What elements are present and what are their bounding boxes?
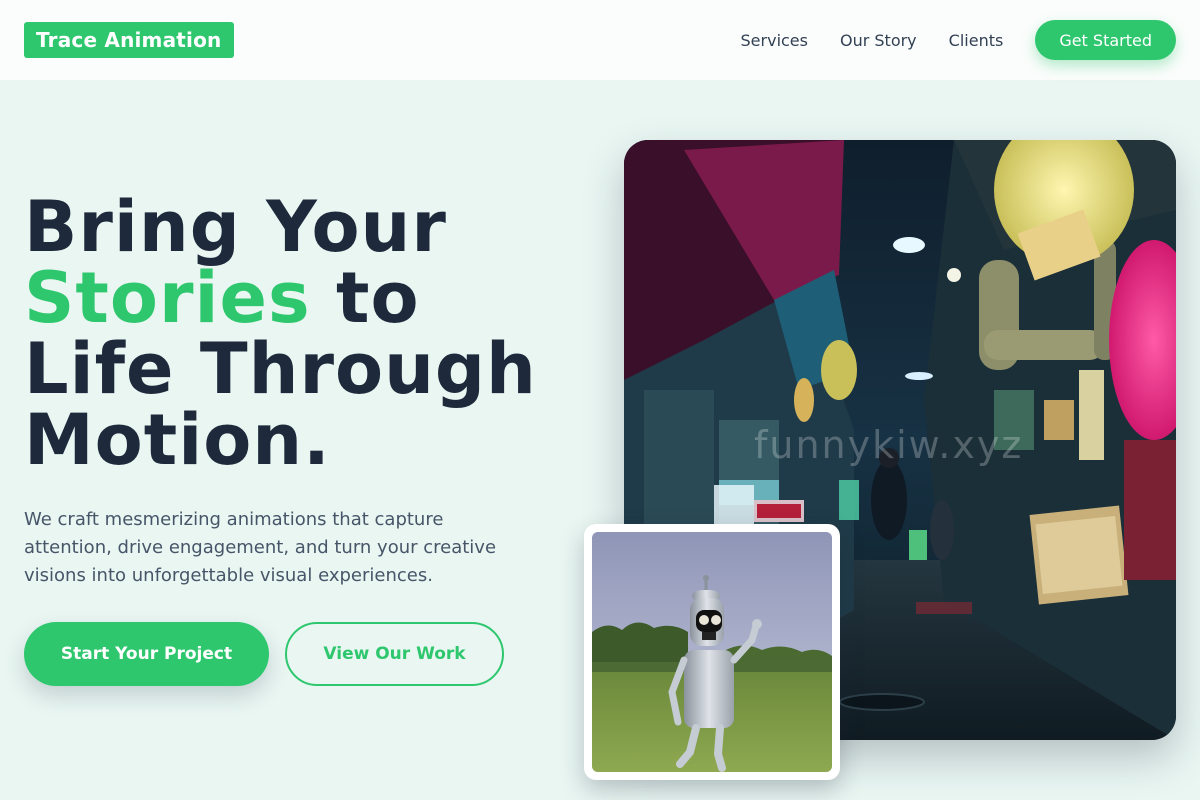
hero-title-line-1: Bring Your xyxy=(24,186,447,268)
image-watermark: funnykiw.xyz xyxy=(754,423,1024,467)
robot-image xyxy=(592,532,832,772)
hero-title-accent: Stories xyxy=(24,257,311,339)
hero-title-line-3: Life Through xyxy=(24,328,537,410)
start-project-button[interactable]: Start Your Project xyxy=(24,622,269,686)
nav-link-services[interactable]: Services xyxy=(741,31,808,50)
site-header: Trace Animation Services Our Story Clien… xyxy=(0,0,1200,80)
hero-title: Bring Your Stories to Life Through Motio… xyxy=(24,192,584,476)
hero-title-line-2-rest: to xyxy=(310,257,420,339)
robot-illustration xyxy=(592,532,832,772)
hero-subtitle: We craft mesmerizing animations that cap… xyxy=(24,509,497,586)
hero-title-line-4: Motion. xyxy=(24,399,331,481)
nav-link-our-story[interactable]: Our Story xyxy=(840,31,917,50)
brand-logo[interactable]: Trace Animation xyxy=(24,22,234,58)
main-nav: Services Our Story Clients Get Started xyxy=(741,20,1176,60)
get-started-button[interactable]: Get Started xyxy=(1035,20,1176,60)
view-work-button[interactable]: View Our Work xyxy=(285,622,504,686)
nav-link-clients[interactable]: Clients xyxy=(949,31,1004,50)
robot-image-card xyxy=(584,524,840,780)
